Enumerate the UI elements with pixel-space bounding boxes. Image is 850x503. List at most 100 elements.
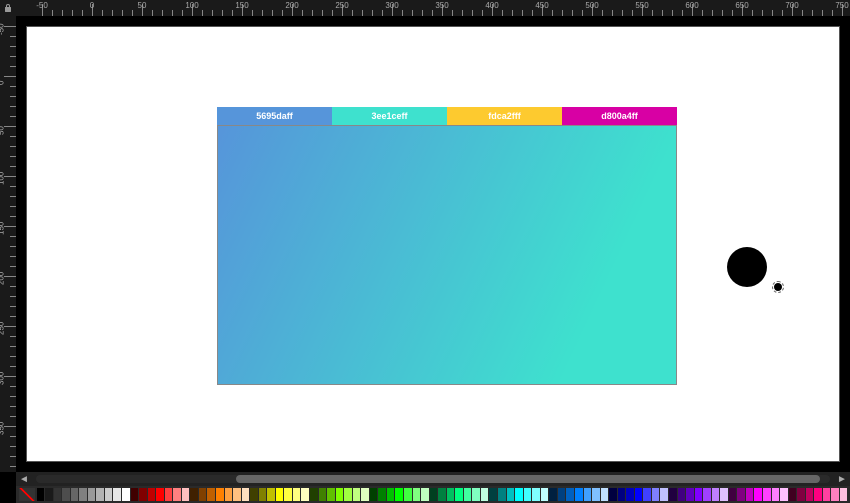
palette-swatch[interactable] — [165, 488, 173, 501]
palette-swatch[interactable] — [88, 488, 96, 501]
palette-swatch[interactable] — [643, 488, 651, 501]
palette-swatch[interactable] — [370, 488, 378, 501]
palette-swatch[interactable] — [532, 488, 540, 501]
palette-swatch[interactable] — [660, 488, 668, 501]
palette-swatch[interactable] — [438, 488, 446, 501]
palette-swatch[interactable] — [678, 488, 686, 501]
palette-swatch[interactable] — [737, 488, 745, 501]
palette-swatch[interactable] — [216, 488, 224, 501]
palette-swatch[interactable] — [806, 488, 814, 501]
swatch-card[interactable]: 5695daff3ee1cefffdca2fffd800a4ff — [217, 107, 677, 125]
palette-swatch[interactable] — [267, 488, 275, 501]
palette-swatch[interactable] — [131, 488, 139, 501]
horizontal-scrollbar[interactable]: ◄ ► — [16, 472, 850, 486]
palette-swatch[interactable] — [464, 488, 472, 501]
palette-swatch[interactable] — [703, 488, 711, 501]
palette-swatch[interactable] — [618, 488, 626, 501]
palette-swatch[interactable] — [259, 488, 267, 501]
palette-swatch[interactable] — [797, 488, 805, 501]
palette-swatch[interactable] — [225, 488, 233, 501]
palette-swatch[interactable] — [558, 488, 566, 501]
scroll-track[interactable] — [36, 475, 830, 483]
palette-swatch[interactable] — [695, 488, 703, 501]
palette-swatch[interactable] — [686, 488, 694, 501]
palette-swatch[interactable] — [447, 488, 455, 501]
palette-swatch[interactable] — [395, 488, 403, 501]
palette-swatch[interactable] — [361, 488, 369, 501]
palette-swatch[interactable] — [404, 488, 412, 501]
gradient-rect[interactable] — [217, 125, 677, 385]
palette-swatch[interactable] — [71, 488, 79, 501]
palette-swatch[interactable] — [62, 488, 70, 501]
palette-swatch[interactable] — [233, 488, 241, 501]
palette-swatch[interactable] — [319, 488, 327, 501]
palette-swatch[interactable] — [455, 488, 463, 501]
swatch-3[interactable]: d800a4ff — [562, 107, 677, 125]
palette-swatch[interactable] — [712, 488, 720, 501]
scroll-left-arrow[interactable]: ◄ — [16, 472, 32, 486]
palette-swatch[interactable] — [430, 488, 438, 501]
palette-swatch[interactable] — [378, 488, 386, 501]
palette-swatch[interactable] — [652, 488, 660, 501]
circle-object-0[interactable] — [727, 247, 767, 287]
palette-bar[interactable] — [16, 486, 850, 503]
scroll-right-arrow[interactable]: ► — [834, 472, 850, 486]
swatch-1[interactable]: 3ee1ceff — [332, 107, 447, 125]
palette-swatch[interactable] — [472, 488, 480, 501]
palette-swatch[interactable] — [276, 488, 284, 501]
palette-swatch[interactable] — [413, 488, 421, 501]
palette-swatch[interactable] — [831, 488, 839, 501]
palette-swatch[interactable] — [387, 488, 395, 501]
palette-swatch[interactable] — [148, 488, 156, 501]
palette-swatch[interactable] — [96, 488, 104, 501]
palette-swatch[interactable] — [327, 488, 335, 501]
palette-swatch[interactable] — [336, 488, 344, 501]
palette-swatch[interactable] — [729, 488, 737, 501]
palette-swatch[interactable] — [45, 488, 53, 501]
palette-swatch[interactable] — [37, 488, 45, 501]
ruler-left[interactable]: -50050100150200250300350400 — [0, 16, 16, 472]
palette-swatch[interactable] — [199, 488, 207, 501]
palette-swatch[interactable] — [173, 488, 181, 501]
palette-swatch[interactable] — [669, 488, 677, 501]
swatch-2[interactable]: fdca2fff — [447, 107, 562, 125]
palette-swatch[interactable] — [823, 488, 831, 501]
palette-swatch[interactable] — [780, 488, 788, 501]
palette-swatch[interactable] — [421, 488, 429, 501]
palette-swatch[interactable] — [524, 488, 532, 501]
circle-object-1[interactable] — [774, 283, 782, 291]
palette-swatch[interactable] — [190, 488, 198, 501]
palette-swatch[interactable] — [105, 488, 113, 501]
palette-swatch[interactable] — [250, 488, 258, 501]
palette-swatch[interactable] — [310, 488, 318, 501]
palette-swatch[interactable] — [498, 488, 506, 501]
palette-swatch[interactable] — [754, 488, 762, 501]
palette-swatch[interactable] — [763, 488, 771, 501]
ruler-top[interactable]: -500501001502002503003504004505005506006… — [16, 0, 850, 16]
palette-swatch[interactable] — [139, 488, 147, 501]
palette-swatch[interactable] — [635, 488, 643, 501]
palette-swatch[interactable] — [344, 488, 352, 501]
palette-swatch[interactable] — [293, 488, 301, 501]
palette-swatch[interactable] — [772, 488, 780, 501]
palette-swatch[interactable] — [566, 488, 574, 501]
palette-swatch[interactable] — [481, 488, 489, 501]
palette-swatch[interactable] — [840, 488, 848, 501]
palette-swatch[interactable] — [720, 488, 728, 501]
palette-swatch[interactable] — [242, 488, 250, 501]
palette-swatch[interactable] — [301, 488, 309, 501]
palette-swatch[interactable] — [122, 488, 130, 501]
swatch-0[interactable]: 5695daff — [217, 107, 332, 125]
palette-swatch[interactable] — [353, 488, 361, 501]
palette-swatch[interactable] — [515, 488, 523, 501]
palette-swatch[interactable] — [54, 488, 62, 501]
palette-swatch[interactable] — [584, 488, 592, 501]
palette-swatch[interactable] — [789, 488, 797, 501]
palette-swatch[interactable] — [507, 488, 515, 501]
palette-swatch[interactable] — [601, 488, 609, 501]
palette-swatch[interactable] — [541, 488, 549, 501]
palette-none-swatch[interactable] — [19, 488, 35, 501]
palette-swatch[interactable] — [626, 488, 634, 501]
viewport[interactable]: 5695daff3ee1cefffdca2fffd800a4ff — [16, 16, 850, 472]
palette-swatch[interactable] — [592, 488, 600, 501]
